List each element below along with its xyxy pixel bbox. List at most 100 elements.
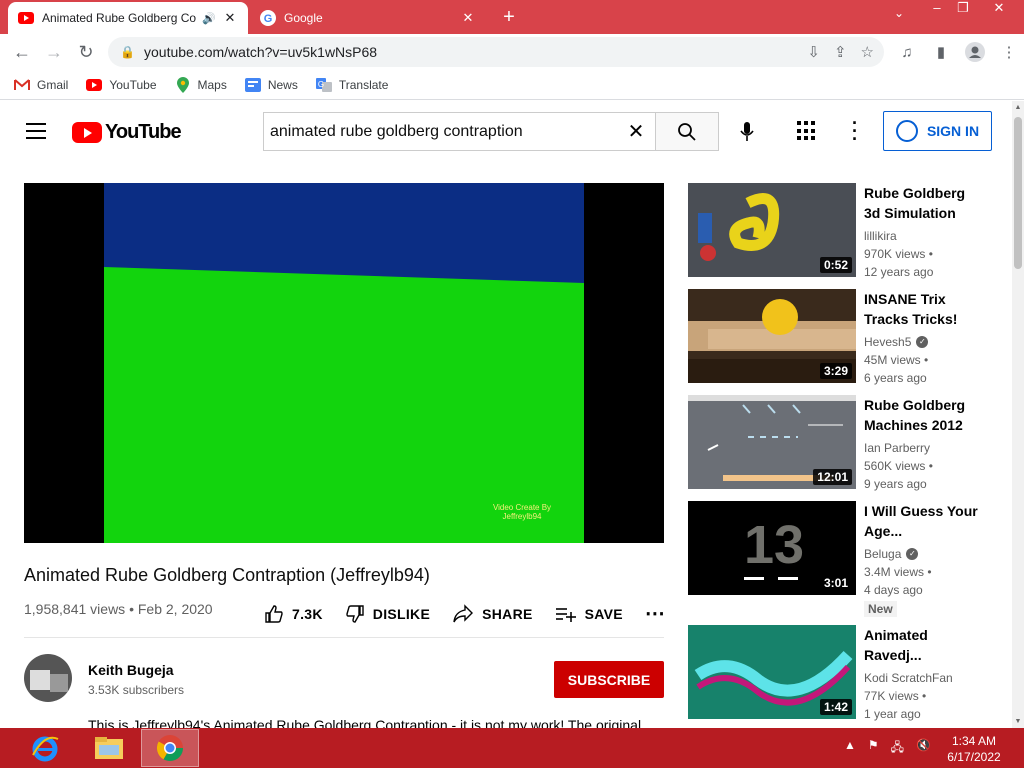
bookmark-news[interactable]: News	[244, 77, 298, 92]
side-panel-icon[interactable]: ▮	[928, 36, 954, 68]
video-title: Animated Rube Goldberg Contraption (Jeff…	[24, 565, 430, 585]
video-frame-ground	[104, 267, 584, 543]
save-button[interactable]: SAVE	[555, 604, 623, 624]
video-thumbnail[interactable]: 1:42	[688, 625, 856, 719]
like-button[interactable]: 7.3K	[264, 604, 323, 624]
install-app-icon[interactable]: ⇩	[807, 43, 820, 61]
video-thumbnail[interactable]: 0:52	[688, 183, 856, 277]
reload-icon[interactable]: ↻	[70, 36, 102, 68]
channel-name[interactable]: Keith Bugeja	[88, 662, 174, 678]
share-label: SHARE	[482, 605, 533, 622]
new-tab-button[interactable]: +	[498, 6, 520, 28]
bookmark-label: YouTube	[109, 77, 157, 92]
channel-avatar[interactable]	[24, 654, 72, 702]
restore-button[interactable]: ❐	[952, 0, 974, 20]
sign-in-button[interactable]: SIGN IN	[883, 111, 992, 151]
search-input[interactable]: animated rube goldberg contraption ✕	[263, 112, 656, 151]
channel-label: Ian Parberry	[864, 441, 931, 455]
taskbar-clock[interactable]: 1:34 AM 6/17/2022	[944, 733, 1004, 765]
bookmark-label: Maps	[197, 77, 227, 92]
bookmark-translate[interactable]: G Translate	[315, 77, 389, 92]
guide-menu-icon[interactable]	[26, 123, 46, 144]
voice-search-mic-icon[interactable]	[734, 117, 760, 147]
youtube-play-icon	[72, 122, 102, 143]
recommended-title[interactable]: I Will Guess Your Age...	[864, 501, 984, 541]
logo-wordmark: YouTube	[105, 121, 182, 143]
close-window-button[interactable]: ✕	[982, 0, 1016, 20]
settings-more-icon[interactable]: · · ·	[847, 114, 863, 148]
tab-google[interactable]: G Google ✕	[250, 2, 486, 34]
minimize-button[interactable]: –	[926, 0, 948, 20]
forward-arrow-icon[interactable]: →	[38, 36, 70, 68]
recommended-video[interactable]: 13 3:01 I Will Guess Your Age... Beluga ✓…	[688, 501, 1008, 619]
address-bar[interactable]: 🔒 youtube.com/watch?v=uv5k1wNsP68 ⇩ ⇪ ☆	[108, 37, 884, 67]
recommended-channel[interactable]: Ian Parberry	[864, 439, 984, 457]
recommended-title[interactable]: INSANE Trix Tracks Tricks!	[864, 289, 984, 329]
video-player[interactable]: Video Create By Jeffreylb94	[24, 183, 664, 543]
recommended-channel[interactable]: lillikira	[864, 227, 984, 245]
bookmark-star-icon[interactable]: ☆	[861, 43, 874, 61]
file-explorer-icon[interactable]	[80, 729, 138, 767]
media-control-icon[interactable]: ♫	[894, 36, 920, 68]
video-thumbnail[interactable]: 12:01	[688, 395, 856, 489]
tab-youtube-video[interactable]: Animated Rube Goldberg Co 🔊 ✕	[8, 2, 248, 34]
recommended-title[interactable]: Rube Goldberg Machines 2012	[864, 395, 984, 435]
tab-title: Animated Rube Goldberg Co	[42, 11, 197, 25]
search-query: animated rube goldberg contraption	[270, 122, 523, 140]
chrome-icon[interactable]	[141, 729, 199, 767]
action-center-flag-icon[interactable]: ⚑	[868, 738, 879, 759]
share-page-icon[interactable]: ⇪	[834, 43, 847, 61]
video-actions: 7.3K DISLIKE SHARE SAVE ⋯	[264, 601, 665, 626]
bookmark-label: News	[267, 77, 298, 92]
recommended-channel[interactable]: Kodi ScratchFan	[864, 669, 984, 687]
dislike-label: DISLIKE	[372, 605, 431, 622]
channel-label: Kodi ScratchFan	[864, 671, 953, 685]
recommended-title[interactable]: Animated Ravedj...	[864, 625, 984, 665]
close-tab-icon[interactable]: ✕	[460, 10, 476, 26]
playlist-add-icon	[555, 607, 576, 622]
profile-avatar-icon[interactable]	[962, 36, 988, 68]
share-button[interactable]: SHARE	[452, 603, 533, 624]
maps-icon	[175, 76, 191, 93]
lock-icon[interactable]: 🔒	[120, 45, 135, 59]
recommended-channel[interactable]: Beluga ✓	[864, 545, 984, 563]
recommended-video[interactable]: 12:01 Rube Goldberg Machines 2012 Ian Pa…	[688, 395, 1008, 491]
recommended-video[interactable]: 3:29 INSANE Trix Tracks Tricks! Hevesh5 ✓…	[688, 289, 1008, 385]
volume-muted-icon[interactable]: 🔇	[916, 738, 931, 759]
recommended-video[interactable]: 1:42 Animated Ravedj... Kodi ScratchFan …	[688, 625, 1008, 721]
apps-grid-icon[interactable]	[797, 121, 817, 141]
network-icon[interactable]: 🖧	[891, 738, 904, 759]
search-button[interactable]	[655, 112, 719, 151]
video-thumbnail[interactable]: 3:29	[688, 289, 856, 383]
bookmark-youtube[interactable]: YouTube	[86, 77, 157, 92]
video-thumbnail[interactable]: 13 3:01	[688, 501, 856, 595]
scroll-down-icon[interactable]: ▼	[1014, 718, 1022, 725]
more-actions-icon[interactable]: ⋯	[645, 601, 665, 626]
recommended-views: 970K views •	[864, 247, 933, 261]
internet-explorer-icon[interactable]	[16, 729, 74, 767]
close-tab-icon[interactable]: ✕	[222, 10, 238, 26]
recommended-channel[interactable]: Hevesh5 ✓	[864, 333, 984, 351]
recommended-video[interactable]: 0:52 Rube Goldberg 3d Simulation lilliki…	[688, 183, 1008, 279]
scroll-up-icon[interactable]: ▲	[1014, 104, 1022, 111]
browser-menu-icon[interactable]: ⋮	[996, 36, 1022, 68]
youtube-logo[interactable]: YouTube	[72, 121, 182, 144]
show-hidden-icons-icon[interactable]: ▲	[844, 738, 856, 759]
bookmark-maps[interactable]: Maps	[175, 76, 227, 93]
recommended-title[interactable]: Rube Goldberg 3d Simulation	[864, 183, 984, 223]
scrollbar-thumb[interactable]	[1014, 117, 1022, 269]
page-scrollbar[interactable]: ▲ ▼	[1012, 101, 1024, 728]
new-badge: New	[864, 601, 897, 617]
youtube-page: YouTube animated rube goldberg contrapti…	[0, 101, 1012, 728]
recommended-views: 560K views •	[864, 459, 933, 473]
bookmark-label: Translate	[338, 77, 389, 92]
bookmark-gmail[interactable]: Gmail	[14, 78, 68, 92]
subscribe-button[interactable]: SUBSCRIBE	[554, 661, 664, 698]
dislike-button[interactable]: DISLIKE	[345, 604, 430, 624]
audio-playing-icon[interactable]: 🔊	[202, 12, 216, 25]
tab-search-chevron-icon[interactable]: ⌄	[888, 6, 910, 20]
back-arrow-icon[interactable]: ←	[6, 36, 38, 68]
video-description[interactable]: This is Jeffreylb94's Animated Rube Gold…	[88, 717, 641, 728]
recommended-age: 4 days ago	[864, 583, 923, 597]
clear-search-icon[interactable]: ✕	[616, 119, 656, 144]
